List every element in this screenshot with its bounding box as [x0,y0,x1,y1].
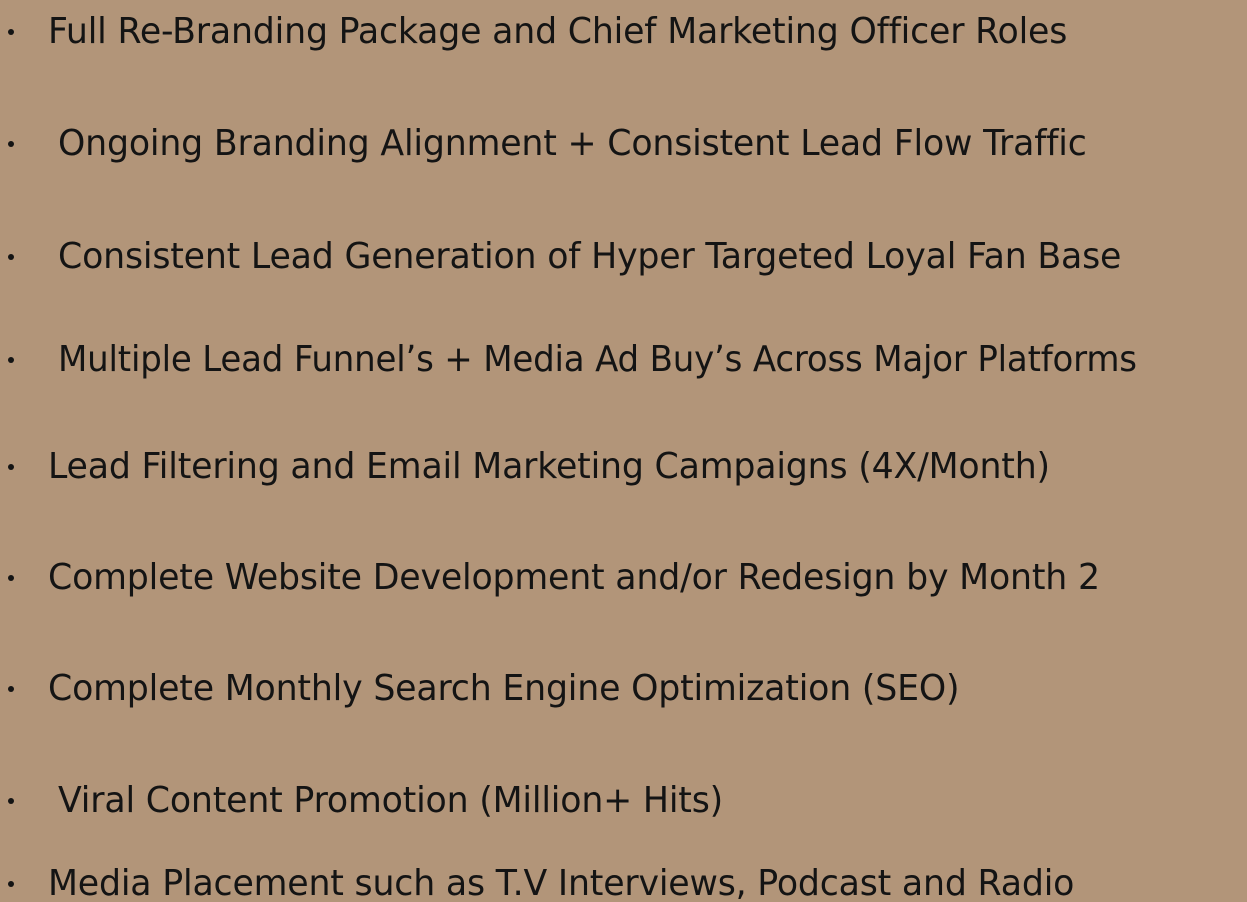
list-item-label: Media Placement such as T.V Interviews, … [48,863,1075,902]
bullet-icon [8,686,14,692]
bullet-icon [8,881,14,887]
list-item-label: Complete Monthly Search Engine Optimizat… [48,668,960,709]
bullet-icon [8,357,14,363]
bullet-icon [8,798,14,804]
list-item-label: Lead Filtering and Email Marketing Campa… [48,446,1050,487]
list-item: Media Placement such as T.V Interviews, … [0,854,1247,902]
list-item-label: Full Re-Branding Package and Chief Marke… [48,11,1068,52]
list-item: Complete Website Development and/or Rede… [0,548,1247,608]
list-item: Complete Monthly Search Engine Optimizat… [0,659,1247,719]
list-item-label: Complete Website Development and/or Rede… [48,557,1100,598]
list-item: Multiple Lead Funnel’s + Media Ad Buy’s … [0,330,1247,390]
list-item-label: Consistent Lead Generation of Hyper Targ… [58,236,1122,277]
list-item-label: Ongoing Branding Alignment + Consistent … [58,123,1087,164]
bullet-icon [8,575,14,581]
list-item: Consistent Lead Generation of Hyper Targ… [0,227,1247,287]
bullet-icon [8,464,14,470]
bullet-icon [8,141,14,147]
bullet-icon [8,29,14,35]
list-item-label: Multiple Lead Funnel’s + Media Ad Buy’s … [58,339,1137,380]
list-item-label: Viral Content Promotion (Million+ Hits) [58,780,724,821]
bullet-icon [8,254,14,260]
list-item: Ongoing Branding Alignment + Consistent … [0,114,1247,174]
services-page: Full Re-Branding Package and Chief Marke… [0,0,1247,902]
list-item: Viral Content Promotion (Million+ Hits) [0,771,1247,831]
services-list: Full Re-Branding Package and Chief Marke… [0,0,1247,902]
list-item: Full Re-Branding Package and Chief Marke… [0,2,1247,62]
list-item: Lead Filtering and Email Marketing Campa… [0,437,1247,497]
